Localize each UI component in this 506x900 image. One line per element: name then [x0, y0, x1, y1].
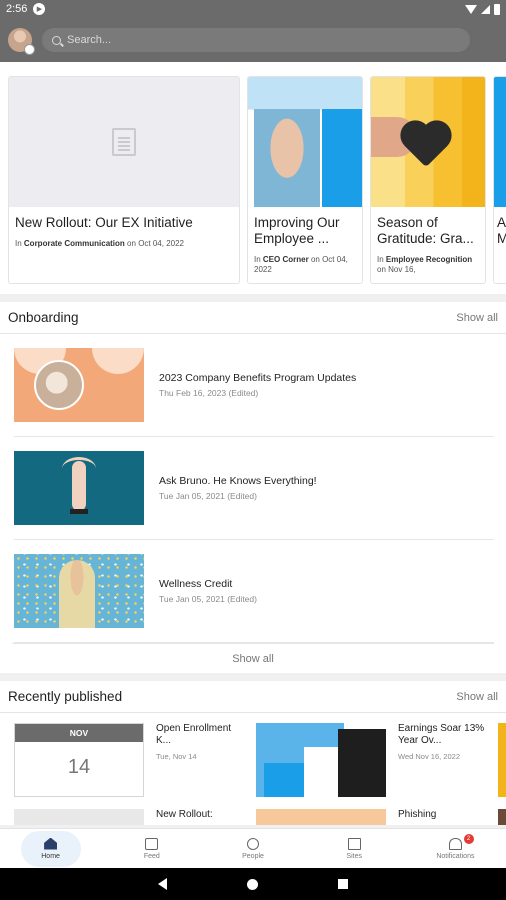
play-icon: ▶: [33, 3, 46, 15]
recent-item-text[interactable]: Phishing: [398, 809, 486, 825]
home-content[interactable]: New Rollout: Our EX Initiative In Corpor…: [0, 62, 506, 828]
section-title: Onboarding: [8, 310, 79, 325]
home-icon: [44, 837, 58, 850]
nav-label: Feed: [143, 852, 160, 860]
item-date: Tue, Nov 14: [156, 752, 197, 761]
card-image-placeholder: [9, 77, 239, 207]
signal-icon: [481, 4, 490, 14]
recent-item-text[interactable]: Earnings Soar 13% Year Ov... Wed Nov 16,…: [398, 723, 486, 797]
item-title: Phishing: [398, 809, 437, 820]
wifi-icon: [465, 4, 477, 14]
calendar-month: NOV: [15, 724, 143, 742]
item-thumbnail[interactable]: [498, 809, 506, 825]
recent-section: Recently published Show all NOV 14 Open …: [0, 681, 506, 825]
nav-label: Sites: [346, 852, 362, 860]
featured-card[interactable]: Season of Gratitude: Gra... In Employee …: [370, 76, 486, 284]
calendar-thumbnail[interactable]: NOV 14: [14, 723, 144, 797]
sites-icon: [347, 837, 361, 850]
card-title: A M: [497, 215, 506, 246]
item-thumbnail[interactable]: [14, 809, 144, 825]
item-date: Wed Nov 16, 2022: [398, 752, 460, 761]
status-bar: 2:56 ▶: [0, 0, 506, 18]
item-title: New Rollout:: [156, 809, 213, 820]
featured-card[interactable]: Improving Our Employee ... In CEO Corner…: [247, 76, 363, 284]
nav-feed[interactable]: Feed: [101, 829, 202, 868]
section-header: Onboarding Show all: [0, 302, 506, 334]
card-meta: In CEO Corner on Oct 04, 2022: [254, 255, 348, 274]
featured-card[interactable]: A M: [493, 76, 506, 284]
notification-badge: 2: [463, 834, 474, 844]
show-all-link[interactable]: Show all: [456, 312, 498, 324]
list-item[interactable]: Wellness Credit Tue Jan 05, 2021 (Edited…: [14, 540, 494, 643]
bell-icon: [448, 837, 462, 850]
document-icon: [112, 128, 136, 156]
app-header: Search...: [0, 18, 506, 62]
system-nav-bar: [0, 868, 506, 900]
item-text: Wellness Credit Tue Jan 05, 2021 (Edited…: [159, 578, 257, 604]
nav-sites[interactable]: Sites: [304, 829, 405, 868]
avatar-status-icon: [24, 44, 35, 55]
search-icon: [52, 35, 61, 45]
card-meta: In Corporate Communication on Oct 04, 20…: [15, 239, 184, 248]
nav-label: People: [242, 852, 264, 860]
item-thumbnail: [14, 554, 144, 628]
featured-card[interactable]: New Rollout: Our EX Initiative In Corpor…: [8, 76, 240, 284]
card-image: [248, 77, 362, 207]
nav-label: Home: [41, 852, 60, 860]
show-all-link[interactable]: Show all: [456, 691, 498, 703]
calendar-day: 14: [67, 756, 91, 778]
item-thumbnail[interactable]: [498, 723, 506, 797]
status-icons: [465, 3, 500, 15]
item-date: Tue Jan 05, 2021 (Edited): [159, 491, 257, 501]
status-time: 2:56: [6, 3, 28, 15]
onboarding-section: Onboarding Show all 2023 Company Benefit…: [0, 302, 506, 673]
item-thumbnail[interactable]: [256, 723, 386, 797]
featured-carousel[interactable]: New Rollout: Our EX Initiative In Corpor…: [0, 62, 506, 294]
show-all-button[interactable]: Show all: [12, 643, 494, 673]
feed-icon: [145, 837, 159, 850]
item-text: Ask Bruno. He Knows Everything! Tue Jan …: [159, 475, 317, 501]
card-meta: In Employee Recognition on Nov 16,: [377, 255, 473, 274]
nav-notifications[interactable]: 2 Notifications: [405, 829, 506, 868]
nav-home[interactable]: Home: [0, 829, 101, 868]
card-title: Season of Gratitude: Gra...: [377, 215, 474, 246]
item-title: Wellness Credit: [159, 578, 233, 590]
card-title: Improving Our Employee ...: [254, 215, 340, 246]
recent-grid: NOV 14 Open Enrollment K... Tue, Nov 14 …: [0, 713, 506, 825]
section-header: Recently published Show all: [0, 681, 506, 713]
list-item[interactable]: Ask Bruno. He Knows Everything! Tue Jan …: [14, 437, 494, 540]
nav-label: Notifications: [436, 852, 475, 860]
search-bar[interactable]: Search...: [42, 28, 470, 52]
battery-icon: [494, 3, 500, 15]
search-placeholder: Search...: [67, 34, 112, 46]
recents-icon[interactable]: [338, 879, 348, 889]
item-title: Ask Bruno. He Knows Everything!: [159, 475, 317, 487]
card-image: [494, 77, 506, 207]
item-title: Earnings Soar 13% Year Ov...: [398, 723, 485, 746]
item-text: 2023 Company Benefits Program Updates Th…: [159, 372, 356, 398]
back-icon[interactable]: [158, 878, 167, 890]
people-icon: [247, 837, 259, 850]
item-date: Tue Jan 05, 2021 (Edited): [159, 594, 257, 604]
bottom-nav: Home Feed People Sites 2 Notifications: [0, 828, 506, 868]
recent-item-text[interactable]: New Rollout:: [156, 809, 244, 825]
item-thumbnail: [14, 451, 144, 525]
card-title: New Rollout: Our EX Initiative: [15, 215, 193, 230]
item-thumbnail: [14, 348, 144, 422]
section-title: Recently published: [8, 689, 123, 704]
nav-people[interactable]: People: [202, 829, 303, 868]
card-image: [371, 77, 485, 207]
avatar[interactable]: [8, 28, 35, 55]
item-thumbnail[interactable]: [256, 809, 386, 825]
list-item[interactable]: 2023 Company Benefits Program Updates Th…: [14, 334, 494, 437]
item-title: 2023 Company Benefits Program Updates: [159, 372, 357, 384]
item-title: Open Enrollment K...: [156, 723, 232, 746]
item-date: Thu Feb 16, 2023 (Edited): [159, 388, 259, 398]
recent-item-text[interactable]: Open Enrollment K... Tue, Nov 14: [156, 723, 244, 797]
home-circle-icon[interactable]: [247, 878, 258, 890]
